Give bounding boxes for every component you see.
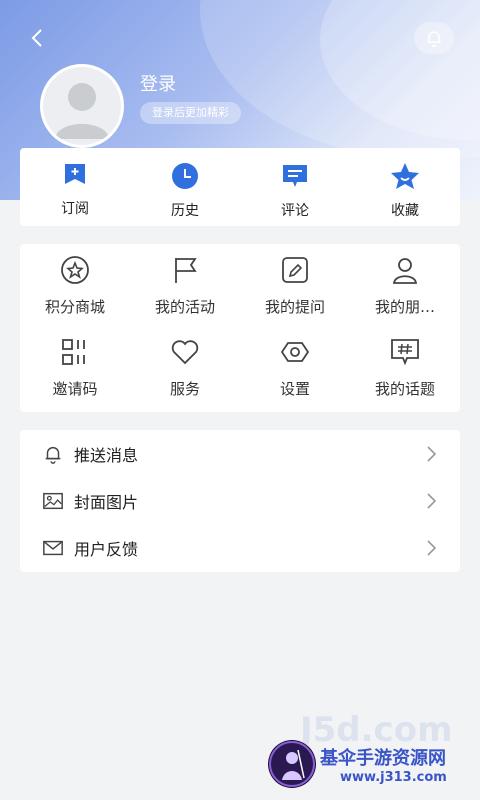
grid-item-label: 积分商城 [44,298,105,316]
grid-row: 积分商城 我的活动 我的提问 我的朋… [20,254,460,336]
heart-icon [171,340,199,365]
quick-item-subscribe[interactable]: 订阅 [20,148,130,226]
features-grid-card: 积分商城 我的活动 我的提问 我的朋… 邀请码 服务 设置 我的话题 [20,244,460,412]
topic-hash-icon [391,339,419,366]
image-icon [43,492,63,509]
list-item-label: 封面图片 [74,492,139,512]
grid-item-points-mall[interactable]: 积分商城 [20,254,130,336]
history-clock-icon [172,163,198,189]
login-hint: 登录后更加精彩 [140,102,241,124]
list-item-push-messages[interactable]: 推送消息 [20,430,460,477]
list-item-cover-image[interactable]: 封面图片 [20,477,460,524]
watermark-logo [268,740,316,788]
quick-item-label: 收藏 [391,203,419,219]
quick-item-comment[interactable]: 评论 [240,148,350,226]
default-user-icon [55,83,109,139]
chevron-right-icon [427,539,437,556]
settings-icon [280,342,310,362]
watermark-brand: 基伞手游资源网 [320,748,446,769]
grid-item-settings[interactable]: 设置 [240,336,350,418]
grid-row: 邀请码 服务 设置 我的话题 [20,336,460,418]
grid-item-my-activities[interactable]: 我的活动 [130,254,240,336]
grid-item-my-friends[interactable]: 我的朋… [350,254,460,336]
invite-code-icon [62,339,85,365]
grid-item-label: 我的提问 [264,298,325,316]
grid-item-label: 我的朋… [374,298,435,316]
friend-user-icon [392,258,418,284]
ninja-logo-icon [269,741,315,787]
chevron-left-icon [31,29,42,47]
feedback-mail-icon [43,540,63,555]
list-item-label: 推送消息 [74,445,139,465]
quick-item-label: 评论 [281,203,309,219]
grid-item-label: 服务 [169,380,200,398]
grid-item-services[interactable]: 服务 [130,336,240,418]
bell-icon [45,446,61,464]
grid-item-label: 邀请码 [52,380,98,398]
quick-item-label: 订阅 [61,201,89,217]
settings-list-card: 推送消息 封面图片 用户反馈 [20,430,460,572]
list-item-user-feedback[interactable]: 用户反馈 [20,524,460,571]
grid-item-label: 我的话题 [374,380,435,398]
grid-item-label: 我的活动 [154,298,215,316]
bell-icon [427,31,441,48]
avatar[interactable] [40,64,124,148]
subscribe-icon [65,164,85,184]
flag-icon [175,258,197,283]
quick-item-history[interactable]: 历史 [130,148,240,226]
chevron-right-icon [427,492,437,509]
favorite-star-icon [391,163,419,189]
grid-item-my-topics[interactable]: 我的话题 [350,336,460,418]
edit-question-icon [282,257,308,283]
grid-item-label: 设置 [279,380,310,398]
quick-actions-card: 订阅 历史 评论 收藏 [20,148,460,226]
login-title[interactable]: 登录 [140,70,176,96]
points-mall-icon [61,256,89,284]
quick-item-label: 历史 [171,203,199,219]
chevron-right-icon [427,445,437,462]
grid-item-my-questions[interactable]: 我的提问 [240,254,350,336]
notification-button[interactable] [414,22,454,54]
list-item-label: 用户反馈 [74,539,139,559]
watermark-url: www.j313.com [340,770,447,785]
comment-icon [283,165,307,187]
grid-item-invite-code[interactable]: 邀请码 [20,336,130,418]
quick-item-favorite[interactable]: 收藏 [350,148,460,226]
back-button[interactable] [26,26,50,50]
